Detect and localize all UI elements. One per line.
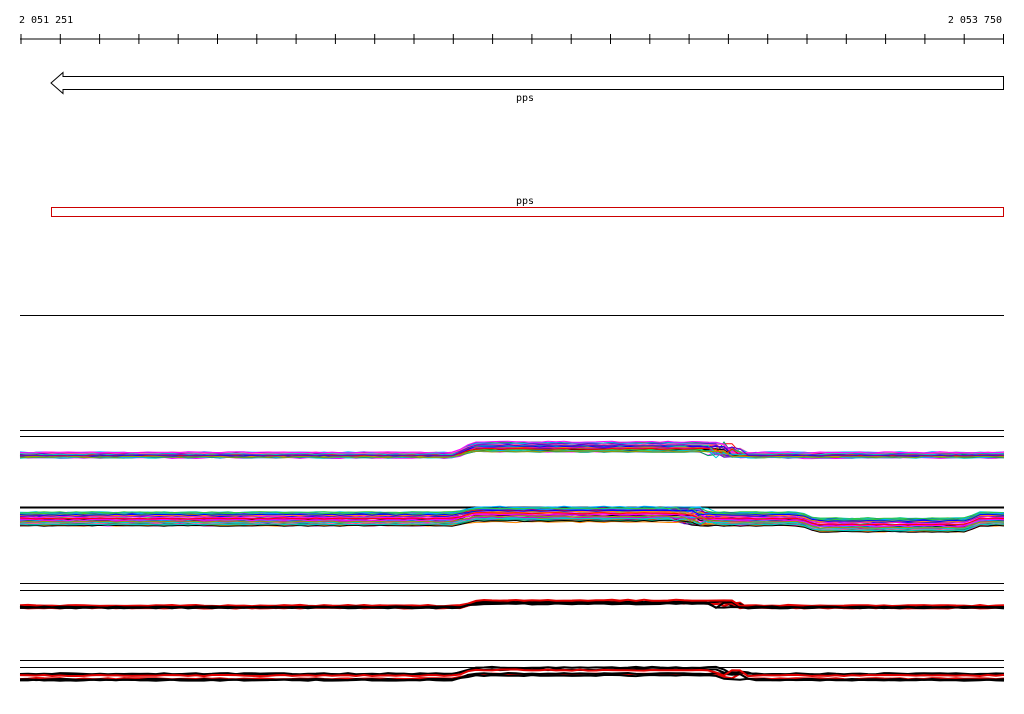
feature-box[interactable]: [51, 207, 1004, 217]
coordinate-ruler: 2 051 251 2 053 750: [19, 15, 1004, 44]
ruler-end-label: 2 053 750: [948, 15, 1002, 26]
track-3-coverage-lines: [19, 598, 1005, 610]
feature-label: pps: [516, 196, 534, 207]
gene-track[interactable]: pps: [50, 71, 1004, 105]
signal-track-3: [19, 583, 1005, 610]
feature-track[interactable]: pps: [51, 196, 1004, 217]
genome-browser-canvas: 2 051 251 2 053 750 pps pps: [19, 15, 1005, 682]
signal-track-2: [19, 505, 1005, 533]
signal-track-1: [19, 430, 1005, 460]
track-2-coverage-lines: [19, 505, 1005, 533]
track-1-coverage-lines: [19, 440, 1005, 460]
gene-arrow[interactable]: [50, 71, 1004, 95]
track-4-coverage-lines: [19, 665, 1005, 682]
signal-track-4: [19, 660, 1005, 682]
gene-label: pps: [516, 93, 534, 104]
ruler-start-label: 2 051 251: [19, 15, 73, 26]
